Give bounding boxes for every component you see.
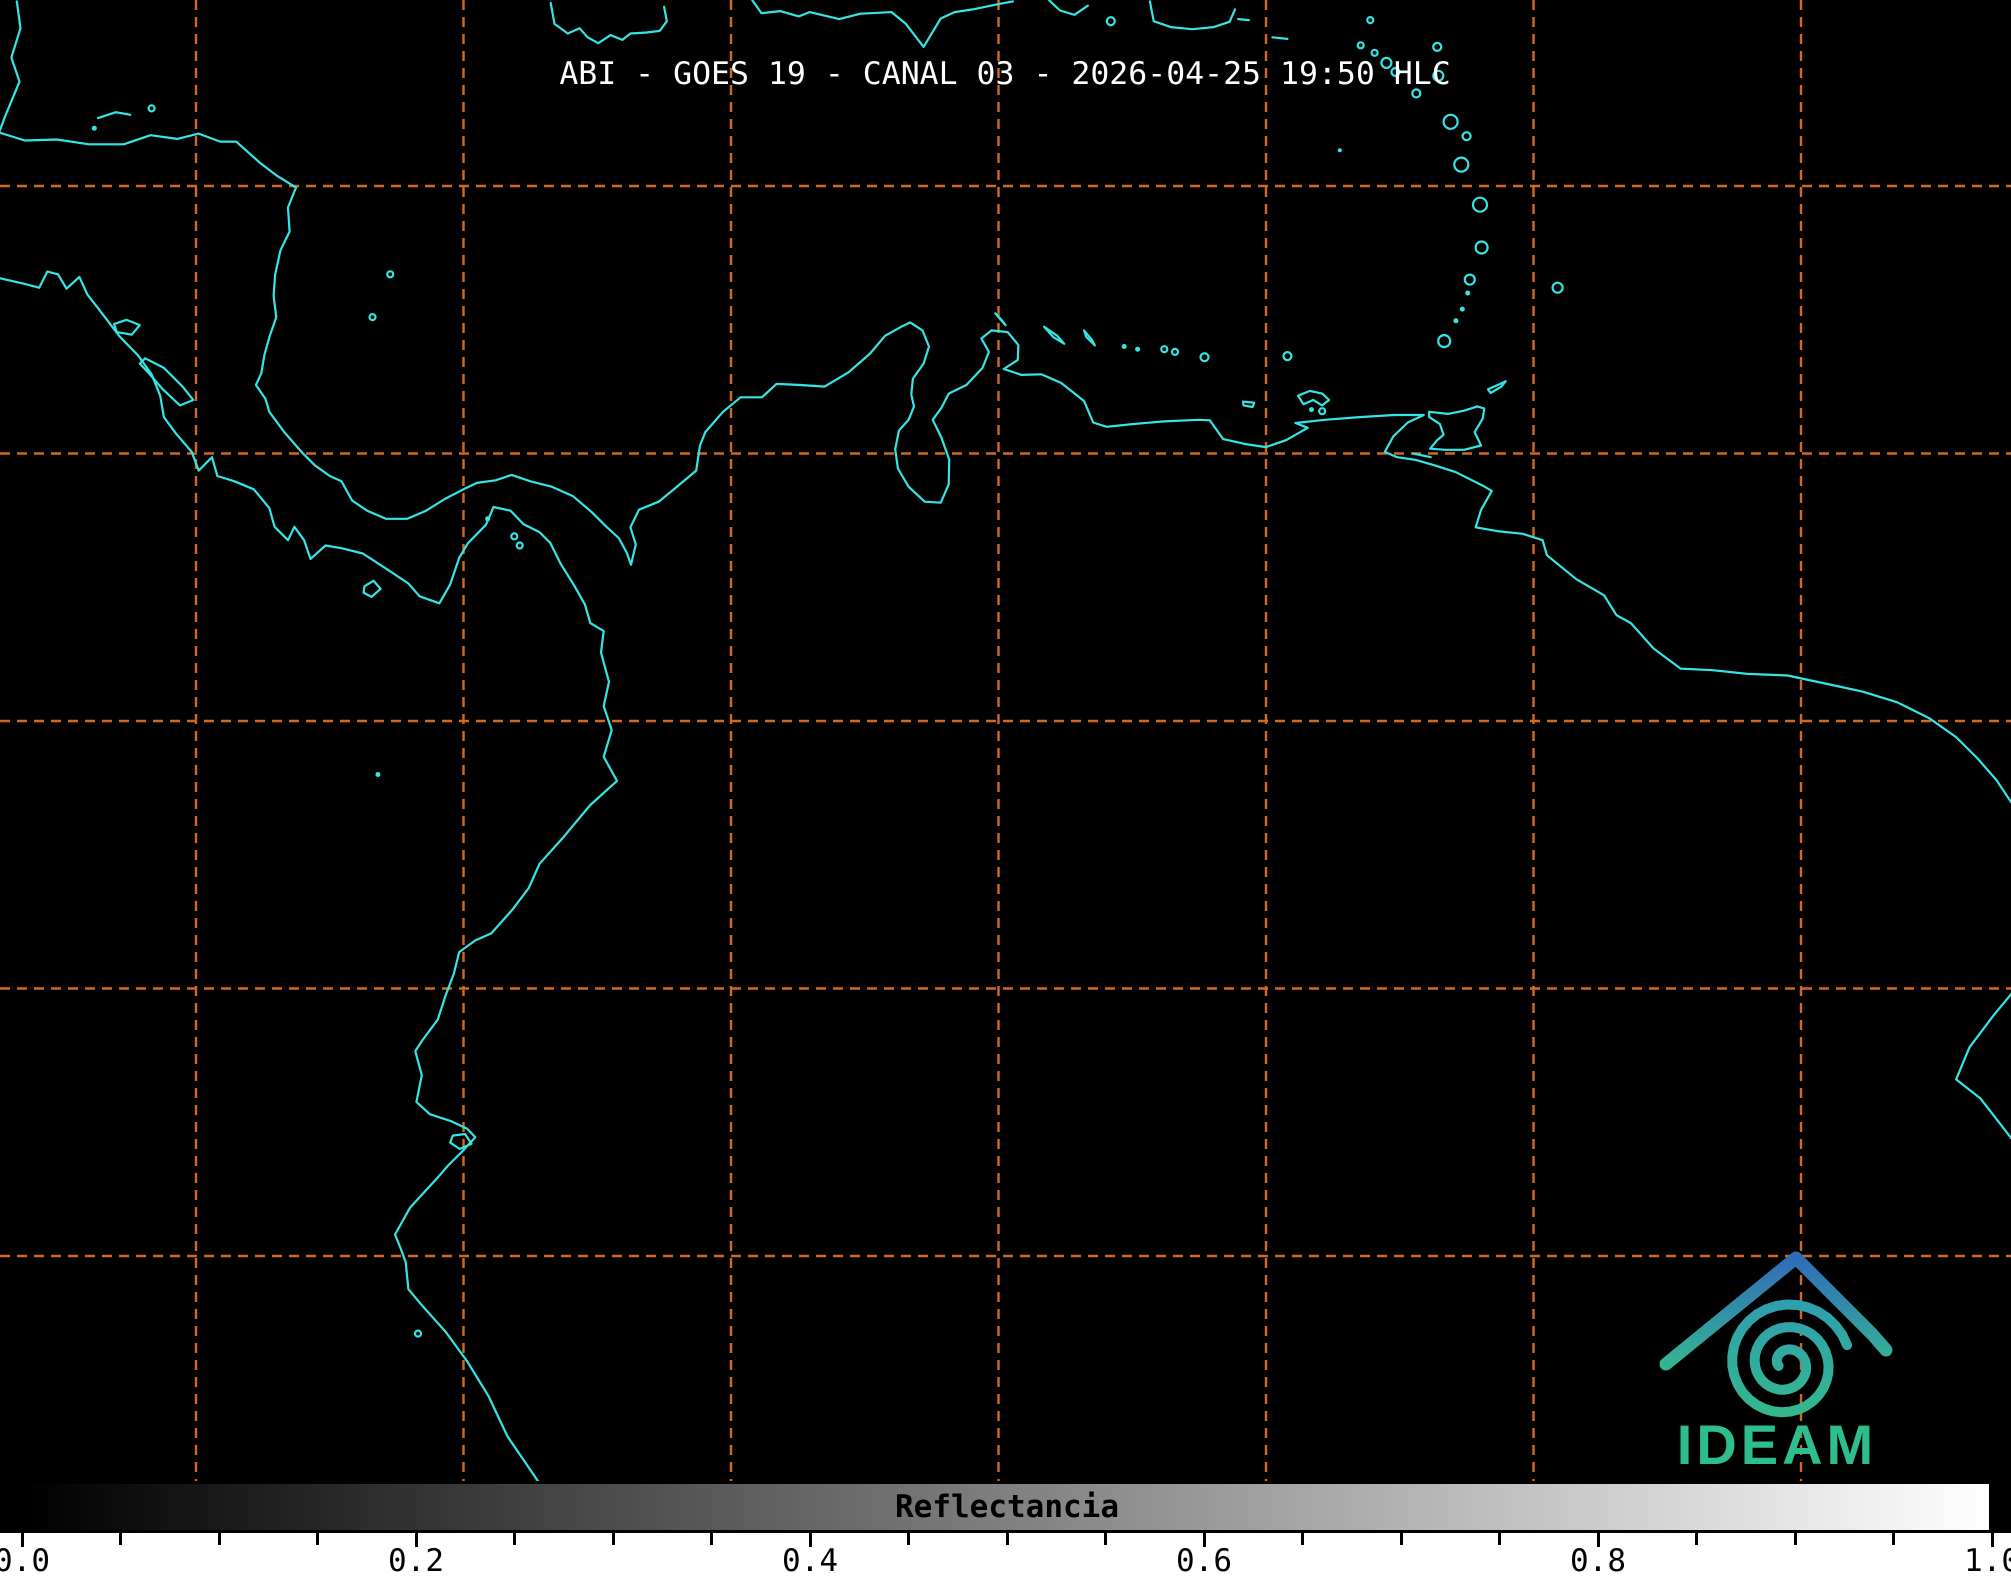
- island-utila: [92, 126, 97, 131]
- island-san-andres: [370, 314, 376, 320]
- colorbar-minor-tick: [1892, 1533, 1895, 1545]
- latlon-gridlines: [0, 0, 2011, 1482]
- island-st-eustatius: [1372, 50, 1378, 56]
- colorbar-minor-tick: [907, 1533, 910, 1545]
- coastline-hispaniola-south-coast: [752, 0, 1013, 47]
- island-barbados: [1553, 283, 1563, 293]
- colorbar-minor-tick: [1006, 1533, 1009, 1545]
- island-taboga: [485, 516, 490, 521]
- coastline-brazil-amapa-coast: [1956, 994, 2011, 1138]
- colorbar-minor-tick: [1695, 1533, 1698, 1545]
- island-cubagua: [1309, 407, 1314, 412]
- island-las-aves-east: [1135, 347, 1140, 352]
- coastline-coiba-island: [364, 581, 381, 597]
- island-barbuda: [1433, 43, 1441, 51]
- satellite-image-viewer: IDEAM ABI - GOES 19 - CANAL 03 - 2026-04…: [0, 0, 2011, 1577]
- colorbar-minor-tick: [1498, 1533, 1501, 1545]
- island-carriacou: [1453, 318, 1458, 323]
- island-la-blanquilla: [1283, 352, 1291, 360]
- colorbar-minor-tick: [710, 1533, 713, 1545]
- colorbar-minor-tick: [1400, 1533, 1403, 1545]
- colorbar-tick-label: 0.4: [782, 1545, 838, 1577]
- island-marie-galante: [1463, 132, 1471, 140]
- island-pearl-island-south: [517, 543, 523, 549]
- coastline-roatan: [98, 112, 130, 118]
- coastline-caribbean-atlantic-coast: [0, 1, 2011, 804]
- colorbar-gradient: Reflectancia: [22, 1481, 1992, 1533]
- coastline-curacao: [1044, 327, 1064, 344]
- island-bequia: [1465, 291, 1470, 296]
- coastlines: [0, 0, 2011, 1481]
- island-guanaja: [149, 105, 155, 111]
- colorbar-minor-tick: [316, 1533, 319, 1545]
- coastline-vieques: [1238, 19, 1249, 20]
- map-title: ABI - GOES 19 - CANAL 03 - 2026-04-25 19…: [559, 56, 1450, 92]
- coastline-aruba: [995, 313, 1005, 325]
- coastline-puerto-rico-south-coast: [1150, 1, 1235, 29]
- coastline-margarita: [1298, 391, 1329, 406]
- island-providencia: [387, 271, 393, 277]
- colorbar-tick-label: 0.2: [388, 1545, 444, 1577]
- island-isla-aves: [1338, 148, 1342, 152]
- coastline-tobago: [1488, 381, 1506, 393]
- island-las-aves-west: [1122, 344, 1127, 349]
- island-mona-island: [1107, 17, 1115, 25]
- colorbar-minor-tick: [612, 1533, 615, 1545]
- coastline-bonaire: [1084, 330, 1095, 345]
- island-saba: [1358, 42, 1364, 48]
- island-lobos-de-tierra: [415, 1331, 421, 1337]
- island-dominica: [1454, 158, 1468, 172]
- ideam-logo: IDEAM: [1666, 1258, 1886, 1476]
- colorbar-tick-label: 0.0: [0, 1545, 50, 1577]
- coastline-la-tortuga: [1243, 402, 1254, 407]
- island-anguilla: [1367, 17, 1373, 23]
- island-grenada: [1438, 335, 1450, 347]
- island-malpelo: [375, 772, 380, 777]
- coastline-puna-island: [450, 1134, 471, 1149]
- coastline-lake-managua: [114, 320, 140, 335]
- colorbar-tick-label: 1.0: [1964, 1545, 2011, 1577]
- island-pearl-island-north: [511, 533, 517, 539]
- island-martinique: [1473, 198, 1487, 212]
- colorbar-label: Reflectancia: [895, 1492, 1119, 1523]
- colorbar-minor-tick: [119, 1533, 122, 1545]
- ideam-logo-hurricane-spiral-icon: [1732, 1305, 1847, 1413]
- colorbar-minor-tick: [1794, 1533, 1797, 1545]
- colorbar-minor-tick: [1301, 1533, 1304, 1545]
- colorbar-minor-tick: [1104, 1533, 1107, 1545]
- colorbar-minor-tick: [513, 1533, 516, 1545]
- coastline-jamaica-coast: [551, 3, 667, 43]
- island-la-orchila: [1201, 353, 1209, 361]
- coastline-east-dr-coast: [1049, 0, 1088, 14]
- island-guadeloupe: [1444, 115, 1458, 129]
- ideam-logo-text: IDEAM: [1677, 1413, 1877, 1476]
- coastline-lake-nicaragua: [140, 358, 194, 405]
- island-coche: [1319, 408, 1325, 414]
- colorbar-minor-tick: [218, 1533, 221, 1545]
- colorbar-axis: 0.0 0.2 0.4 0.6 0.8 1.0: [0, 1533, 2011, 1577]
- island-los-roques-west: [1161, 346, 1167, 352]
- satellite-map: IDEAM: [0, 0, 2011, 1482]
- island-los-roques-east: [1172, 349, 1178, 355]
- colorbar-tick-label: 0.6: [1176, 1545, 1232, 1577]
- coastline-trinidad: [1429, 406, 1484, 449]
- island-canouan: [1460, 307, 1465, 312]
- colorbar-tick-label: 0.8: [1570, 1545, 1626, 1577]
- island-st-vincent: [1465, 275, 1475, 285]
- coastline-st-croix: [1272, 37, 1287, 39]
- island-st-lucia: [1476, 242, 1488, 254]
